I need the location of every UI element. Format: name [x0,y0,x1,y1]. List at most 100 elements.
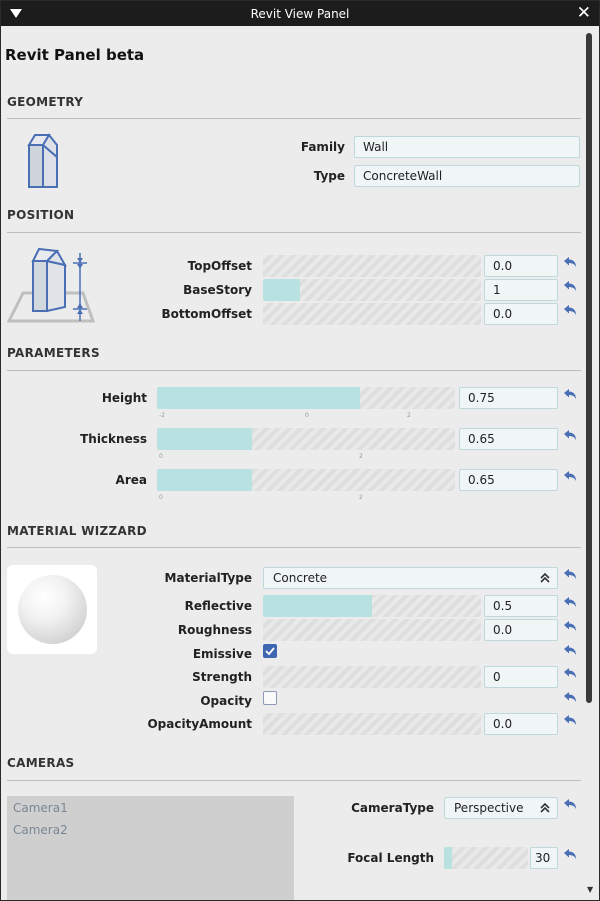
reflective-label: Reflective [184,599,252,613]
vertical-scrollbar[interactable] [586,33,592,703]
top-offset-input[interactable]: 0.0 [484,255,558,277]
area-slider[interactable] [157,469,455,491]
section-position-header[interactable]: POSITION [7,208,74,222]
height-input[interactable]: 0.75 [459,387,558,409]
reset-arrow-icon[interactable] [563,304,577,316]
reset-arrow-icon[interactable] [563,667,577,679]
window-title: Revit View Panel [250,7,350,21]
reflective-input[interactable]: 0.5 [484,595,558,617]
wall-geometry-icon [27,133,58,188]
slider-fill [263,595,372,617]
camera-list-item[interactable]: Camera1 [13,801,68,815]
tick-label: -2 [159,412,165,419]
focal-length-slider[interactable] [444,847,528,869]
close-icon[interactable]: ✕ [577,4,591,22]
bottom-offset-slider[interactable] [263,303,481,325]
thickness-input[interactable]: 0.65 [459,428,558,450]
material-type-dropdown[interactable]: Concrete [263,567,558,589]
type-label: Type [313,169,345,183]
thickness-slider-ticks: 0 2 [157,453,455,463]
divider [7,780,581,781]
reset-arrow-icon[interactable] [563,388,577,400]
strength-input[interactable]: 0 [484,666,558,688]
revit-view-panel-window: Revit View Panel ✕ ▼ Revit Panel beta GE… [0,0,600,901]
wall-position-icon [7,247,96,323]
tick-label: 2 [407,412,411,419]
reset-arrow-icon[interactable] [563,798,577,810]
camera-type-value: Perspective [454,801,524,815]
height-slider-ticks: -2 0 2 [157,412,455,422]
area-slider-ticks: 0 2 [157,494,455,504]
opacity-checkbox[interactable] [263,691,277,705]
divider [7,547,581,548]
thickness-label: Thickness [80,432,147,446]
panel-title: Revit Panel beta [5,46,145,64]
material-type-label: MaterialType [164,571,252,585]
camera-type-label: CameraType [351,801,434,815]
strength-slider[interactable] [263,666,481,688]
type-field[interactable]: ConcreteWall [354,165,580,187]
reset-arrow-icon[interactable] [563,848,577,860]
top-offset-label: TopOffset [187,259,252,273]
thickness-slider[interactable] [157,428,455,450]
slider-fill [157,387,360,409]
family-label: Family [300,140,345,154]
divider [7,370,581,371]
height-slider[interactable] [157,387,455,409]
reset-arrow-icon[interactable] [563,429,577,441]
opacity-label: Opacity [200,694,252,708]
roughness-label: Roughness [177,623,252,637]
reset-arrow-icon[interactable] [563,256,577,268]
camera-type-dropdown[interactable]: Perspective [444,797,558,819]
section-material-header[interactable]: MATERIAL WIZZARD [7,524,147,538]
focal-length-input[interactable]: 30 [530,847,558,869]
base-story-slider[interactable] [263,279,481,301]
double-chevron-up-icon [540,802,550,813]
reset-arrow-icon[interactable] [563,280,577,292]
camera-list-item[interactable]: Camera2 [13,823,68,837]
height-label: Height [101,391,147,405]
reset-arrow-icon[interactable] [563,691,577,703]
reset-arrow-icon[interactable] [563,620,577,632]
roughness-input[interactable]: 0.0 [484,619,558,641]
reflective-slider[interactable] [263,595,481,617]
strength-label: Strength [192,670,252,684]
roughness-slider[interactable] [263,619,481,641]
area-input[interactable]: 0.65 [459,469,558,491]
opacity-amount-slider[interactable] [263,713,481,735]
divider [7,232,581,233]
bottom-offset-input[interactable]: 0.0 [484,303,558,325]
area-label: Area [115,473,147,487]
checkmark-icon [265,647,275,656]
section-parameters-header[interactable]: PARAMETERS [7,346,100,360]
base-story-input[interactable]: 1 [484,279,558,301]
reset-arrow-icon[interactable] [563,644,577,656]
section-geometry-header[interactable]: GEOMETRY [7,95,83,109]
reset-arrow-icon[interactable] [563,714,577,726]
slider-fill [263,279,301,301]
opacity-amount-input[interactable]: 0.0 [484,713,558,735]
scroll-down-arrow-icon[interactable]: ▼ [587,885,593,894]
tick-label: 0 [159,494,163,501]
reset-arrow-icon[interactable] [563,568,577,580]
family-field[interactable]: Wall [354,136,580,158]
opacity-amount-label: OpacityAmount [147,717,252,731]
reset-arrow-icon[interactable] [563,596,577,608]
section-cameras-header[interactable]: CAMERAS [7,756,75,770]
tick-label: 2 [359,494,363,501]
material-preview [7,565,97,654]
double-chevron-up-icon [540,572,550,583]
material-sphere-icon [18,575,87,644]
bottom-offset-label: BottomOffset [161,307,252,321]
base-story-label: BaseStory [183,283,252,297]
camera-list[interactable]: Camera1 Camera2 [7,796,294,900]
material-type-value: Concrete [273,571,328,585]
slider-fill [444,847,452,869]
reset-arrow-icon[interactable] [563,470,577,482]
emissive-checkbox[interactable] [263,644,277,658]
tick-label: 0 [159,453,163,460]
slider-fill [157,428,253,450]
slider-fill [157,469,253,491]
divider [7,118,581,119]
top-offset-slider[interactable] [263,255,481,277]
